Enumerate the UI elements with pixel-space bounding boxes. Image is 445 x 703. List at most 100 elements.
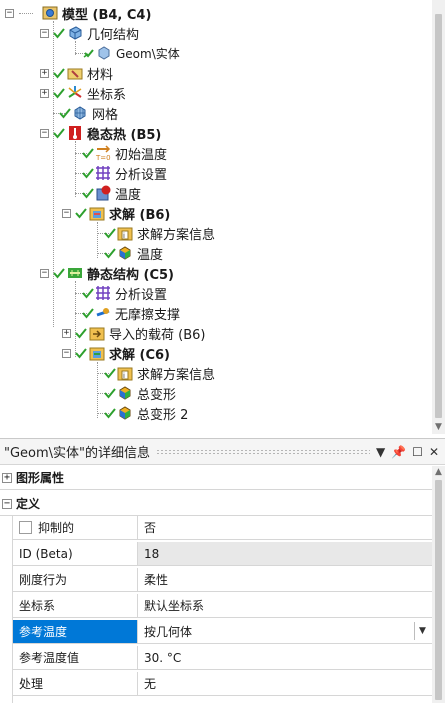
tree-item-total-deformation[interactable]: 总变形: [97, 383, 176, 403]
tree-item-solution-c6[interactable]: − 求解 (C6): [62, 343, 170, 363]
tree-item-solution-b6[interactable]: − 求解 (B6): [62, 203, 170, 223]
scroll-up-arrow[interactable]: ▲: [432, 466, 445, 479]
tree-label: 材料: [87, 67, 114, 83]
tree-scrollbar[interactable]: ▼: [432, 0, 445, 434]
property-value[interactable]: 无: [138, 672, 432, 695]
tree-item-steady-state-thermal[interactable]: − 稳态热 (B5): [40, 123, 161, 143]
expand-toggle[interactable]: +: [62, 328, 71, 338]
tree-item-analysis-settings-2[interactable]: 分析设置: [75, 283, 167, 303]
check-icon: [53, 68, 65, 79]
expand-toggle[interactable]: +: [2, 472, 12, 483]
check-icon: [75, 328, 87, 339]
property-value: 18: [138, 542, 432, 565]
collapse-toggle[interactable]: −: [40, 28, 49, 38]
collapse-toggle[interactable]: −: [62, 348, 71, 358]
check-icon: [104, 228, 116, 239]
materials-icon: [67, 65, 83, 81]
collapse-toggle[interactable]: −: [5, 8, 14, 18]
section-definition[interactable]: − 定义: [0, 492, 432, 516]
check-icon: [53, 28, 65, 39]
details-scrollbar[interactable]: ▲: [432, 466, 445, 703]
tree-label: 求解 (C6): [109, 347, 170, 363]
property-value[interactable]: 30. °C: [138, 646, 432, 669]
tree-item-imported-load[interactable]: + 导入的载荷 (B6): [62, 323, 205, 343]
property-row-reference-temperature-value[interactable]: 参考温度值 30. °C: [13, 646, 432, 670]
tree-item-geom-solid[interactable]: Geom\实体: [75, 43, 180, 63]
tree-item-materials[interactable]: + 材料: [40, 63, 113, 83]
svg-text:i: i: [123, 232, 125, 240]
collapse-toggle[interactable]: −: [40, 268, 49, 278]
tree-label: 温度: [115, 187, 142, 203]
property-row-coordinate-system[interactable]: 坐标系 默认坐标系: [13, 594, 432, 618]
maximize-icon[interactable]: ☐: [412, 445, 423, 459]
check-icon: [104, 248, 116, 259]
property-row-reference-temperature[interactable]: 参考温度 按几何体 ▼: [13, 620, 432, 644]
scrollbar-thumb[interactable]: [435, 480, 442, 700]
check-icon: [53, 88, 65, 99]
check-icon: [104, 368, 116, 379]
model-icon: [42, 5, 58, 21]
scrollbar-thumb[interactable]: [435, 14, 442, 418]
tree-label: 稳态热 (B5): [87, 127, 162, 143]
pin-icon[interactable]: 📌: [391, 445, 406, 459]
expand-toggle[interactable]: +: [40, 68, 49, 78]
tree-item-temperature-result[interactable]: 温度: [97, 243, 163, 263]
tree-label: 总变形 2: [137, 407, 189, 423]
property-value[interactable]: 柔性: [138, 568, 432, 591]
tree-label: 导入的载荷 (B6): [109, 327, 206, 343]
svg-text:T=0: T=0: [95, 154, 111, 161]
property-key: 参考温度: [13, 620, 138, 643]
section-graphics-properties[interactable]: + 图形属性: [0, 466, 432, 490]
check-icon: [83, 49, 94, 58]
tree-label: 模型 (B4, C4): [62, 7, 152, 23]
tree-item-initial-temperature[interactable]: T=0 初始温度: [75, 143, 167, 163]
collapse-toggle[interactable]: −: [40, 128, 49, 138]
tree-label: Geom\实体: [116, 46, 180, 61]
close-icon[interactable]: ✕: [429, 445, 439, 459]
suppressed-checkbox[interactable]: [19, 521, 32, 534]
solid-body-icon: [96, 45, 112, 61]
tree-label: 无摩擦支撑: [115, 307, 181, 323]
tree-label: 温度: [137, 247, 164, 263]
property-row-suppressed[interactable]: 抑制的 否: [13, 516, 432, 540]
coordinate-system-icon: [67, 85, 83, 101]
tree-item-analysis-settings[interactable]: 分析设置: [75, 163, 167, 183]
collapse-toggle[interactable]: −: [2, 498, 12, 509]
dropdown-icon[interactable]: ▼: [376, 445, 385, 459]
tree-label: 分析设置: [115, 167, 168, 183]
chevron-down-icon[interactable]: ▼: [414, 622, 430, 640]
details-title-bar: "Geom\实体"的详细信息 ▼ 📌 ☐ ✕: [0, 439, 445, 465]
property-value[interactable]: 默认坐标系: [138, 594, 432, 617]
property-row-id: ID (Beta) 18: [13, 542, 432, 566]
property-row-treatment[interactable]: 处理 无: [13, 672, 432, 696]
collapse-toggle[interactable]: −: [62, 208, 71, 218]
tree-item-frictionless-support[interactable]: 无摩擦支撑: [75, 303, 180, 323]
expand-toggle[interactable]: +: [40, 88, 49, 98]
tree-item-solution-information[interactable]: i 求解方案信息: [97, 223, 215, 243]
thermal-analysis-icon: [67, 125, 83, 141]
property-key: 处理: [13, 672, 138, 695]
reference-temperature-select[interactable]: 按几何体 ▼: [138, 620, 432, 643]
tree-label: 静态结构 (C5): [87, 267, 174, 283]
tree-item-static-structural[interactable]: − 静态结构 (C5): [40, 263, 174, 283]
property-value[interactable]: 否: [138, 516, 432, 539]
tree-root[interactable]: − 模型 (B4, C4): [5, 3, 151, 23]
property-label: 抑制的: [38, 521, 75, 535]
tree-item-coordinate-systems[interactable]: + 坐标系: [40, 83, 126, 103]
scroll-down-arrow[interactable]: ▼: [432, 421, 445, 434]
solution-information-icon: i: [117, 365, 133, 381]
property-key: 刚度行为: [13, 568, 138, 591]
tree-item-total-deformation-2[interactable]: 总变形 2: [97, 403, 188, 423]
tree-label: 几何结构: [87, 27, 140, 43]
check-icon: [82, 308, 94, 319]
check-icon: [82, 188, 94, 199]
solution-icon: [89, 205, 105, 221]
property-row-stiffness-behavior[interactable]: 刚度行为 柔性: [13, 568, 432, 592]
tree-item-temperature[interactable]: 温度: [75, 183, 141, 203]
tree-label: 求解 (B6): [109, 207, 171, 223]
tree-item-mesh[interactable]: 网格: [53, 103, 118, 123]
check-icon: [75, 348, 87, 359]
mesh-icon: [72, 105, 88, 121]
tree-item-solution-information-2[interactable]: i 求解方案信息: [97, 363, 215, 383]
tree-item-geometry[interactable]: − 几何结构: [40, 23, 139, 43]
